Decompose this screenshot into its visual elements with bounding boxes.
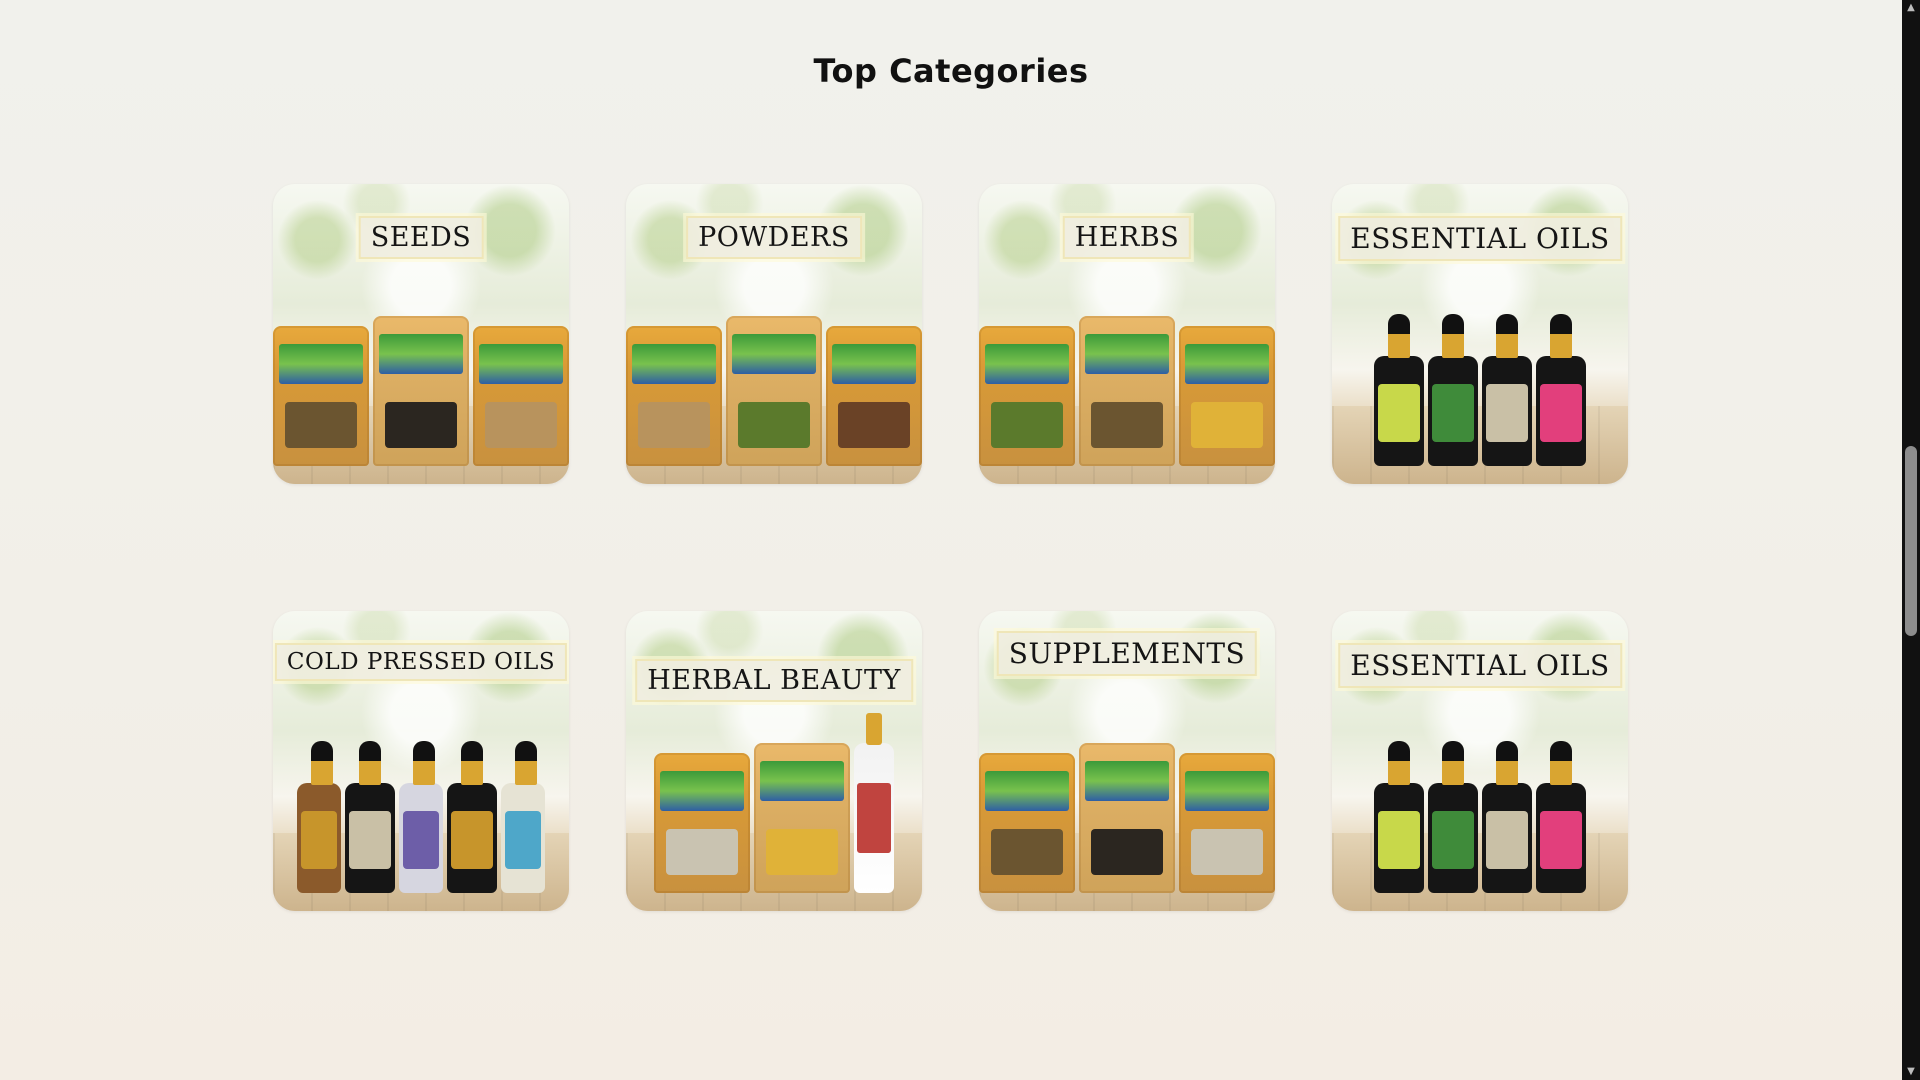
product-bottle (501, 741, 545, 893)
product-pouch (1179, 753, 1275, 893)
scroll-up-arrow-icon[interactable]: ▲ (1902, 0, 1920, 16)
product-bottle (1536, 314, 1586, 466)
product-bottle (1374, 314, 1424, 466)
product-bottle (345, 741, 395, 893)
product-bottle (297, 741, 341, 893)
product-pouch (273, 326, 369, 466)
category-label: ESSENTIAL OILS (1338, 643, 1622, 688)
category-label: SUPPLEMENTS (996, 631, 1258, 676)
product-group (273, 316, 569, 466)
product-bottle (447, 741, 497, 893)
category-card-supplements[interactable]: SUPPLEMENTS (979, 611, 1275, 911)
product-group (273, 741, 569, 893)
category-card-essential-oils-2[interactable]: ESSENTIAL OILS (1332, 611, 1628, 911)
section-title: Top Categories (813, 52, 1089, 90)
category-card-powders[interactable]: POWDERS (626, 184, 922, 484)
product-pouch (654, 753, 750, 893)
product-pouch (979, 326, 1075, 466)
category-label: POWDERS (686, 216, 862, 259)
product-pouch (1079, 743, 1175, 893)
category-label: SEEDS (358, 216, 484, 259)
product-group (1332, 314, 1628, 466)
category-card-herbs[interactable]: HERBS (979, 184, 1275, 484)
product-group (626, 713, 922, 893)
product-bottle (399, 741, 443, 893)
vertical-scrollbar[interactable]: ▲ ▼ (1902, 0, 1920, 1080)
product-group (1332, 741, 1628, 893)
product-bottle (1428, 741, 1478, 893)
product-group (626, 316, 922, 466)
scrollbar-thumb[interactable] (1905, 446, 1917, 636)
product-pouch (1179, 326, 1275, 466)
category-card-cold-pressed-oils[interactable]: COLD PRESSED OILS (273, 611, 569, 911)
product-pouch (826, 326, 922, 466)
category-card-essential-oils[interactable]: ESSENTIAL OILS (1332, 184, 1628, 484)
category-label: HERBS (1062, 216, 1192, 259)
scroll-down-arrow-icon[interactable]: ▼ (1902, 1064, 1920, 1080)
category-label: HERBAL BEAUTY (635, 659, 913, 702)
product-pouch (373, 316, 469, 466)
product-pouch (626, 326, 722, 466)
page: Top Categories SEEDS POWDERS HERBS ESSEN… (0, 0, 1902, 1080)
product-pouch (473, 326, 569, 466)
product-bottle (1482, 741, 1532, 893)
product-group (979, 316, 1275, 466)
product-bottle (1536, 741, 1586, 893)
category-grid: SEEDS POWDERS HERBS ESSENTIAL OILS COLD … (273, 184, 1628, 911)
product-pouch (754, 743, 850, 893)
product-pouch (726, 316, 822, 466)
product-group (979, 743, 1275, 893)
product-pouch (979, 753, 1075, 893)
category-card-herbal-beauty[interactable]: HERBAL BEAUTY (626, 611, 922, 911)
product-bottle (1482, 314, 1532, 466)
category-card-seeds[interactable]: SEEDS (273, 184, 569, 484)
category-label: ESSENTIAL OILS (1338, 216, 1622, 261)
category-label: COLD PRESSED OILS (274, 643, 568, 681)
product-bottle (1428, 314, 1478, 466)
product-spray-bottle (854, 713, 894, 893)
product-bottle (1374, 741, 1424, 893)
product-pouch (1079, 316, 1175, 466)
